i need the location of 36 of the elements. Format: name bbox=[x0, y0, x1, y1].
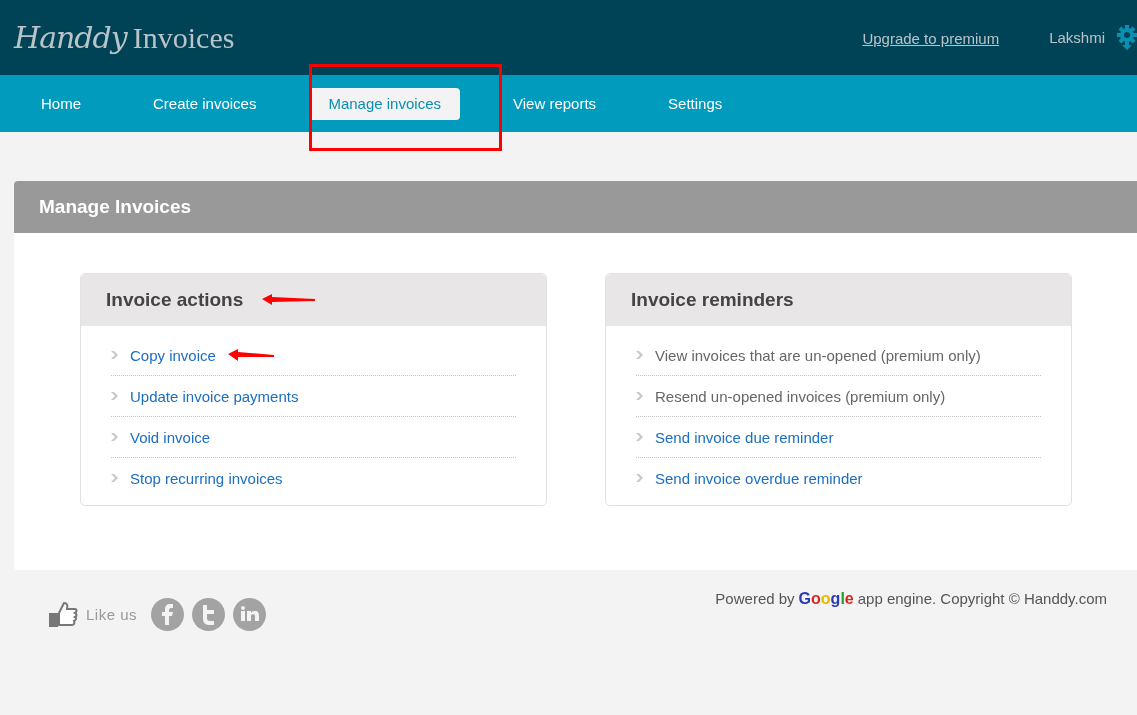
chevron-icon bbox=[111, 433, 118, 441]
upgrade-link[interactable]: Upgrade to premium bbox=[862, 30, 1000, 47]
user-name[interactable]: Lakshmi bbox=[1049, 29, 1105, 46]
nav-tab[interactable]: Manage invoices bbox=[309, 87, 460, 120]
like-label: Like us bbox=[86, 606, 138, 623]
twitter-icon[interactable] bbox=[192, 598, 226, 631]
thumbs-up-icon[interactable] bbox=[48, 600, 78, 629]
copyright-text: app engine. Copyright © Handdy.com bbox=[857, 590, 1107, 607]
card-title: Invoice actions bbox=[81, 274, 546, 326]
card-title: Invoice reminders bbox=[606, 274, 1071, 326]
arrow bbox=[228, 349, 274, 361]
chevron-icon bbox=[636, 433, 643, 441]
action-link[interactable]: Copy invoice bbox=[130, 346, 216, 364]
chevron-icon bbox=[111, 474, 118, 482]
logo: Handdy Invoices bbox=[14, 20, 236, 55]
facebook-icon[interactable] bbox=[151, 598, 185, 631]
panel-title: Manage Invoices bbox=[14, 181, 1137, 233]
chevron-icon bbox=[111, 392, 118, 400]
chevron-icon bbox=[111, 351, 118, 359]
action-link[interactable]: Update invoice payments bbox=[130, 387, 299, 405]
nav-tab[interactable]: Create invoices bbox=[134, 87, 276, 120]
powered-by-text: Powered by bbox=[715, 590, 795, 607]
nav-tab[interactable]: Settings bbox=[649, 87, 742, 120]
arrow bbox=[262, 293, 315, 305]
action-link[interactable]: Void invoice bbox=[130, 428, 211, 446]
google-logo: Google bbox=[798, 590, 854, 608]
chevron-icon bbox=[636, 351, 643, 359]
nav-tab[interactable]: View reports bbox=[494, 87, 616, 120]
action-link[interactable]: Send invoice overdue reminder bbox=[655, 469, 863, 487]
action-link[interactable]: Send invoice due reminder bbox=[655, 428, 834, 446]
chevron-icon bbox=[636, 392, 643, 400]
action-link[interactable]: Stop recurring invoices bbox=[130, 469, 283, 487]
nav-tab[interactable]: Home bbox=[22, 87, 100, 120]
settings-icon[interactable] bbox=[1115, 22, 1137, 53]
chevron-icon bbox=[636, 474, 643, 482]
linkedin-icon[interactable] bbox=[233, 598, 267, 631]
